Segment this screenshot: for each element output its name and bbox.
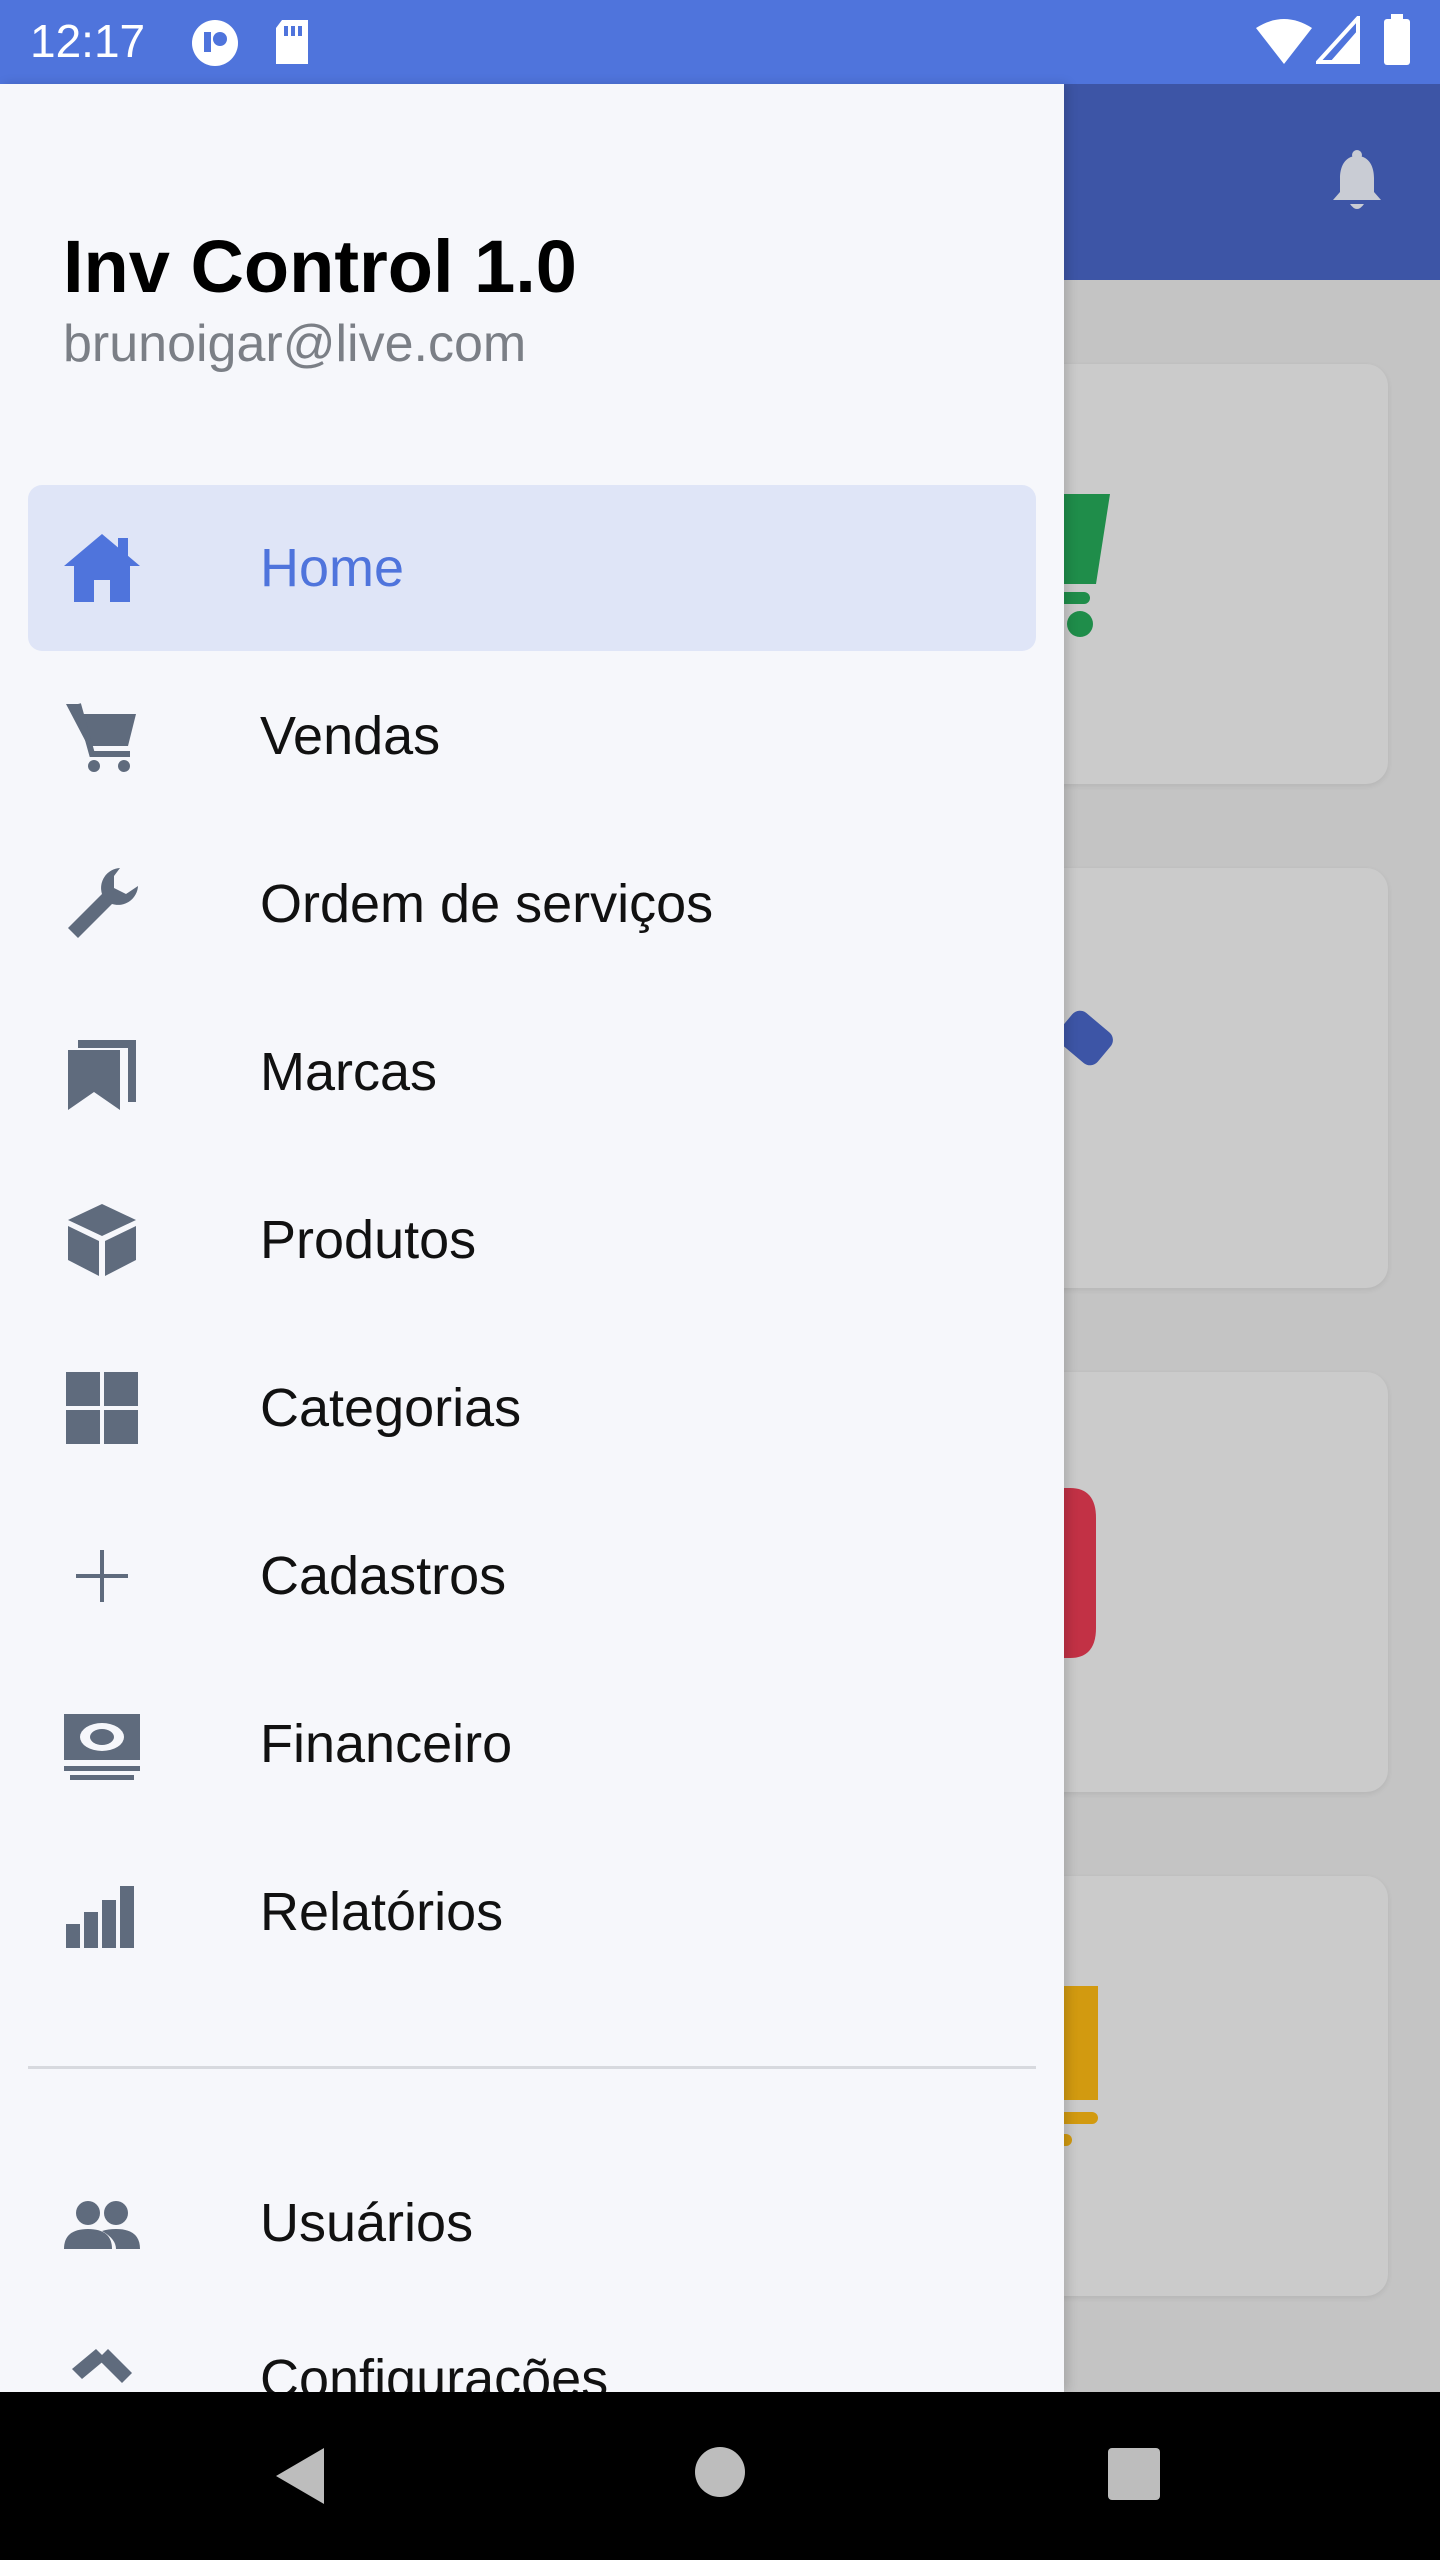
grid-icon [66, 1372, 138, 1444]
cube-icon [68, 1204, 136, 1276]
drawer-item-vendas[interactable]: Vendas [28, 653, 1036, 819]
drawer-item-financeiro[interactable]: Financeiro [28, 1661, 1036, 1827]
drawer-item-label: Categorias [260, 1378, 522, 1438]
users-icon [64, 2201, 140, 2249]
tools-icon [72, 2349, 132, 2383]
money-icon [64, 1714, 140, 1780]
bar-chart-icon [66, 1886, 134, 1948]
status-bar: 12:17 [0, 0, 1440, 84]
drawer-item-label: Marcas [260, 1042, 438, 1102]
drawer-item-label: Produtos [260, 1210, 477, 1270]
drawer-app-title: Inv Control 1.0 [63, 225, 577, 308]
sd-card-icon [276, 20, 308, 64]
drawer-item-label: Cadastros [260, 1546, 507, 1606]
notifications-bell-icon[interactable] [1328, 150, 1386, 214]
drawer-item-categorias[interactable]: Categorias [28, 1325, 1036, 1491]
battery-icon [1384, 14, 1410, 65]
home-icon [64, 534, 140, 602]
drawer-item-cadastros[interactable]: Cadastros [28, 1493, 1036, 1659]
drawer-item-marcas[interactable]: Marcas [28, 989, 1036, 1155]
drawer-item-label: Configurações [260, 2349, 609, 2392]
status-time: 12:17 [30, 15, 146, 67]
drawer-item-label: Home [260, 538, 405, 598]
drawer-item-usuarios[interactable]: Usuários [28, 2140, 1036, 2306]
drawer-item-label: Relatórios [260, 1882, 504, 1942]
drawer-item-home[interactable]: Home [28, 485, 1036, 651]
back-icon[interactable] [272, 2446, 328, 2506]
drawer-item-label: Ordem de serviços [260, 874, 714, 934]
cart-icon [66, 703, 136, 772]
app-notification-icon [192, 20, 238, 66]
recents-icon[interactable] [1108, 2448, 1160, 2500]
signal-icon [1316, 16, 1360, 64]
drawer-item-relatorios[interactable]: Relatórios [28, 1829, 1036, 1995]
navigation-drawer: Inv Control 1.0 brunoigar@live.com Home … [0, 84, 1064, 2392]
wrench-icon [68, 868, 138, 938]
drawer-item-label: Usuários [260, 2193, 474, 2253]
home-button-icon[interactable] [694, 2446, 746, 2498]
drawer-item-produtos[interactable]: Produtos [28, 1157, 1036, 1323]
drawer-divider [28, 2066, 1036, 2069]
plus-icon [76, 1550, 128, 1602]
drawer-item-configuracoes[interactable]: Configurações [28, 2296, 1036, 2392]
wifi-icon [1256, 19, 1312, 64]
bookmarks-icon [68, 1040, 136, 1110]
system-nav-bar [0, 2392, 1440, 2560]
drawer-item-label: Financeiro [260, 1714, 513, 1774]
drawer-user-email: brunoigar@live.com [63, 315, 527, 373]
drawer-item-label: Vendas [260, 706, 441, 766]
drawer-item-ordem-de-servicos[interactable]: Ordem de serviços [28, 821, 1036, 987]
